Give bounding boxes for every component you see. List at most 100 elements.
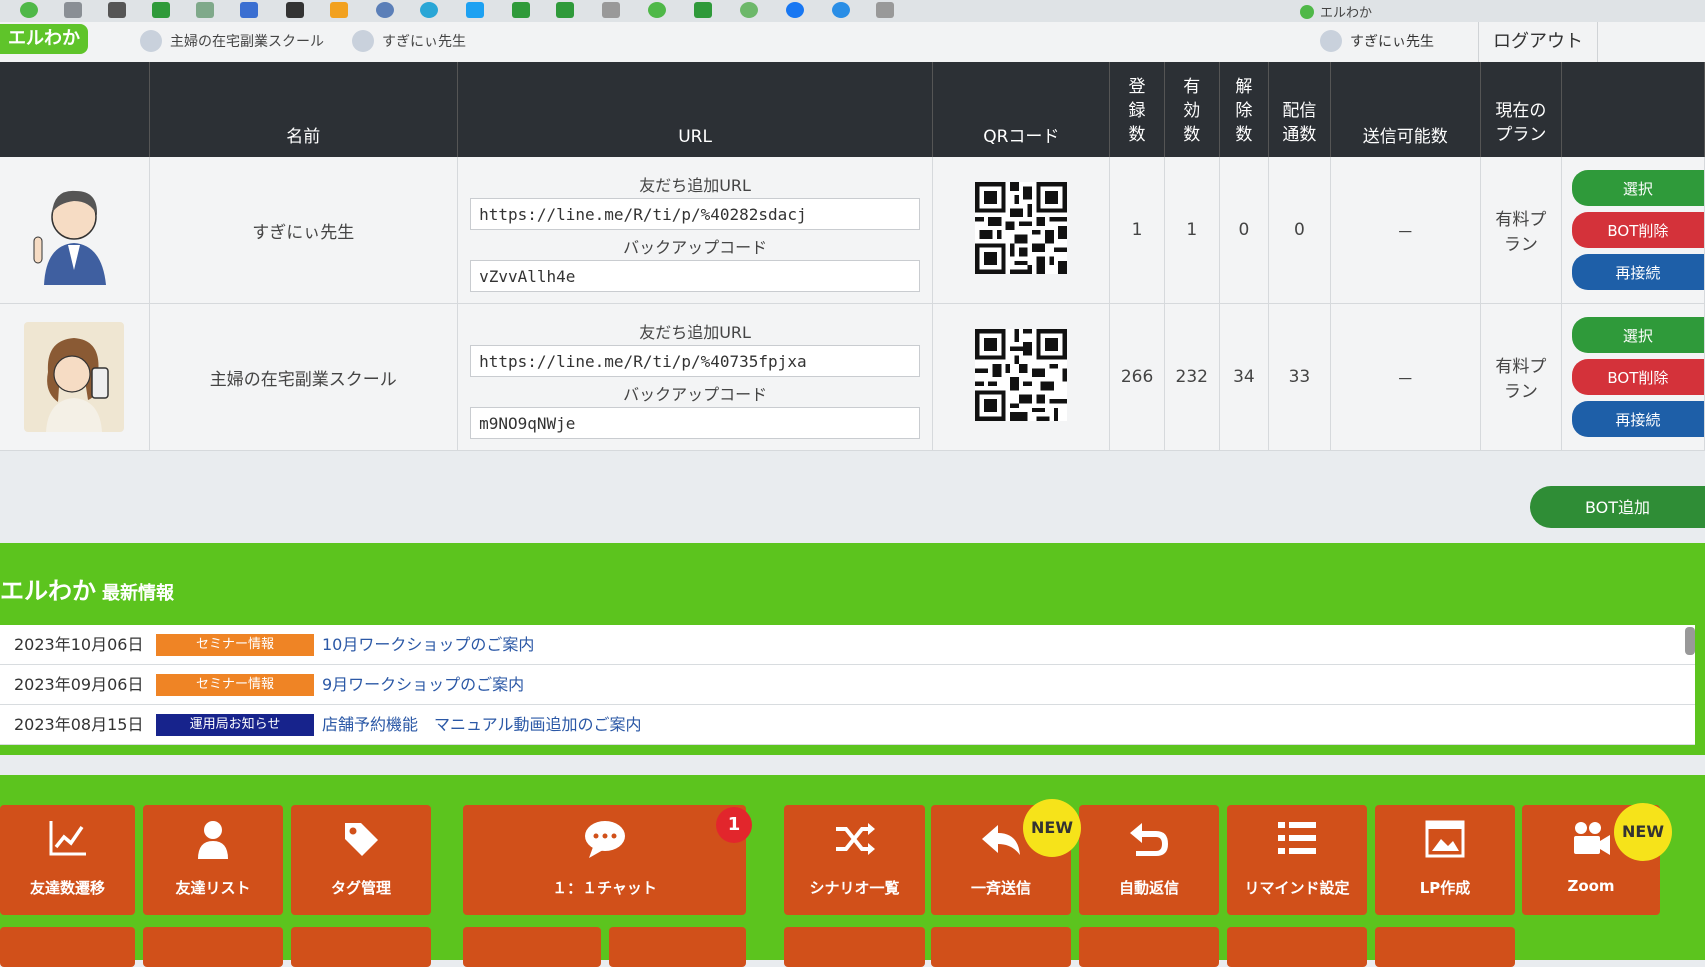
current-plan: 有料プ ラン <box>1480 157 1562 304</box>
bookmark-icon[interactable] <box>64 2 82 18</box>
list-item[interactable]: 2023年10月06日 セミナー情報 10月ワークショップのご案内 <box>0 625 1695 665</box>
avatar <box>352 30 374 52</box>
new-badge: NEW <box>1614 803 1672 861</box>
menu-tile-label: 一斉送信 <box>970 879 1031 897</box>
news-list[interactable]: 2023年10月06日 セミナー情報 10月ワークショップのご案内 2023年0… <box>0 625 1695 745</box>
header-registered: 登 録 数 <box>1109 62 1165 157</box>
news-link[interactable]: 9月ワークショップのご案内 <box>322 665 524 704</box>
menu-tile[interactable] <box>1227 927 1367 967</box>
menu-tile-label: リマインド設定 <box>1244 879 1350 897</box>
bookmark-icon[interactable] <box>648 2 666 18</box>
backup-code-input[interactable] <box>470 260 921 292</box>
bookmark-icon[interactable] <box>876 2 894 18</box>
news-logo: エルわか <box>0 577 96 605</box>
friend-url-label: 友だち追加URL <box>639 176 751 195</box>
tag-icon <box>291 819 431 869</box>
undo-icon <box>1079 819 1219 869</box>
account-header: エルわか 主婦の在宅副業スクール すぎにぃ先生 すぎにぃ先生 ログアウト <box>0 22 1705 63</box>
backup-code-input[interactable] <box>470 407 921 439</box>
header-active: 有 効 数 <box>1164 62 1220 157</box>
menu-tile-scenario[interactable]: シナリオ一覧 <box>784 805 925 915</box>
avatar-cell <box>0 303 150 451</box>
qr-code-icon[interactable] <box>975 328 1068 421</box>
select-button[interactable]: 選択 <box>1571 317 1704 353</box>
bookmark-icon[interactable] <box>832 2 850 18</box>
header-actions <box>1561 62 1705 157</box>
news-section: エルわか 最新情報 2023年10月06日 セミナー情報 10月ワークショップのご… <box>0 543 1705 755</box>
menu-tile-lp[interactable]: LP作成 <box>1375 805 1515 915</box>
menu-tile[interactable] <box>0 927 135 967</box>
account-tab-sugini[interactable]: すぎにぃ先生 <box>352 28 466 56</box>
registered-count: 1 <box>1109 157 1165 304</box>
menu-tile-label: 自動返信 <box>1118 879 1179 897</box>
select-button[interactable]: 選択 <box>1571 170 1704 206</box>
friend-url-input[interactable] <box>470 345 921 377</box>
feature-menu: 友達数遷移 友達リスト タグ管理 １：１チャット シナリオ一覧 一斉送信 自動返… <box>0 775 1705 967</box>
bot-table: 名前 URL QRコード 登 録 数 有 効 数 解 除 数 配信 通数 送信可… <box>0 62 1705 451</box>
bookmark-icon[interactable] <box>420 2 438 18</box>
app-name-label: エルわか <box>1320 6 1373 21</box>
friend-url-input[interactable] <box>470 198 921 230</box>
list-item[interactable]: 2023年08月15日 運用局お知らせ 店舗予約機能 マニュアル動画追加のご案内 <box>0 705 1695 745</box>
bookmark-icon[interactable] <box>286 2 304 18</box>
bookmark-icon[interactable] <box>20 2 38 18</box>
menu-tile[interactable] <box>931 927 1071 967</box>
menu-tile-tag[interactable]: タグ管理 <box>291 805 431 915</box>
app-logo-icon <box>1300 5 1314 19</box>
qr-cell <box>932 303 1111 451</box>
bookmark-icon[interactable] <box>108 2 126 18</box>
bookmark-icon[interactable] <box>512 2 530 18</box>
menu-tile[interactable] <box>1375 927 1515 967</box>
news-link[interactable]: 10月ワークショップのご案内 <box>322 625 534 664</box>
bookmark-icon[interactable] <box>196 2 214 18</box>
news-date: 2023年09月06日 <box>14 675 144 694</box>
reconnect-button[interactable]: 再接続 <box>1571 254 1704 290</box>
current-user-name: すぎにぃ先生 <box>1350 34 1434 50</box>
table-row: すぎにぃ先生 友だち追加URL バックアップコード 1 1 0 0 － 有料プ … <box>0 157 1705 304</box>
menu-tile[interactable] <box>609 927 746 967</box>
chat-bubble-icon <box>463 819 746 869</box>
list-item[interactable]: 2023年09月06日 セミナー情報 9月ワークショップのご案内 <box>0 665 1695 705</box>
menu-tile-friend-list[interactable]: 友達リスト <box>143 805 283 915</box>
bookmark-icon[interactable] <box>376 2 394 18</box>
bookmark-icon[interactable] <box>240 2 258 18</box>
logout-button[interactable]: ログアウト <box>1478 22 1598 62</box>
add-bot-button[interactable]: BOT追加 <box>1530 486 1705 528</box>
header-sendable: 送信可能数 <box>1330 62 1481 157</box>
news-category-badge: 運用局お知らせ <box>156 714 314 736</box>
bookmark-icon[interactable] <box>556 2 574 18</box>
menu-tile[interactable] <box>291 927 431 967</box>
menu-tile-remind[interactable]: リマインド設定 <box>1227 805 1367 915</box>
bookmark-icon[interactable] <box>330 2 348 18</box>
qr-cell <box>932 157 1111 304</box>
new-badge: NEW <box>1023 799 1081 857</box>
menu-tile[interactable] <box>463 927 601 967</box>
menu-tile[interactable] <box>1079 927 1219 967</box>
bookmark-icon[interactable] <box>602 2 620 18</box>
news-scrollbar[interactable] <box>1685 627 1695 655</box>
actions-cell: 選択 BOT削除 再接続 <box>1561 157 1705 304</box>
menu-tile[interactable] <box>784 927 925 967</box>
news-link[interactable]: 店舗予約機能 マニュアル動画追加のご案内 <box>322 705 642 744</box>
header-qr: QRコード <box>932 62 1111 157</box>
bookmark-icon[interactable] <box>152 2 170 18</box>
bookmark-icon[interactable] <box>466 2 484 18</box>
bot-delete-button[interactable]: BOT削除 <box>1571 212 1704 248</box>
facebook-icon[interactable] <box>786 2 804 18</box>
bookmark-icon[interactable] <box>740 2 758 18</box>
news-category-badge: セミナー情報 <box>156 634 314 656</box>
avatar <box>24 322 125 432</box>
account-tab-shufu[interactable]: 主婦の在宅副業スクール <box>140 28 324 56</box>
table-row: 主婦の在宅副業スクール 友だち追加URL バックアップコード 266 232 3… <box>0 303 1705 451</box>
bot-delete-button[interactable]: BOT削除 <box>1571 359 1704 395</box>
bookmark-icon[interactable] <box>694 2 712 18</box>
reconnect-button[interactable]: 再接続 <box>1571 401 1704 437</box>
menu-tile-auto-reply[interactable]: 自動返信 <box>1079 805 1219 915</box>
menu-tile[interactable] <box>143 927 283 967</box>
menu-tile-chat[interactable]: １：１チャット <box>463 805 746 915</box>
qr-code-icon[interactable] <box>975 181 1068 274</box>
logo[interactable]: エルわか <box>0 24 88 54</box>
avatar-cell <box>0 157 150 304</box>
menu-tile-friend-trend[interactable]: 友達数遷移 <box>0 805 135 915</box>
sendable-count: － <box>1330 157 1481 304</box>
